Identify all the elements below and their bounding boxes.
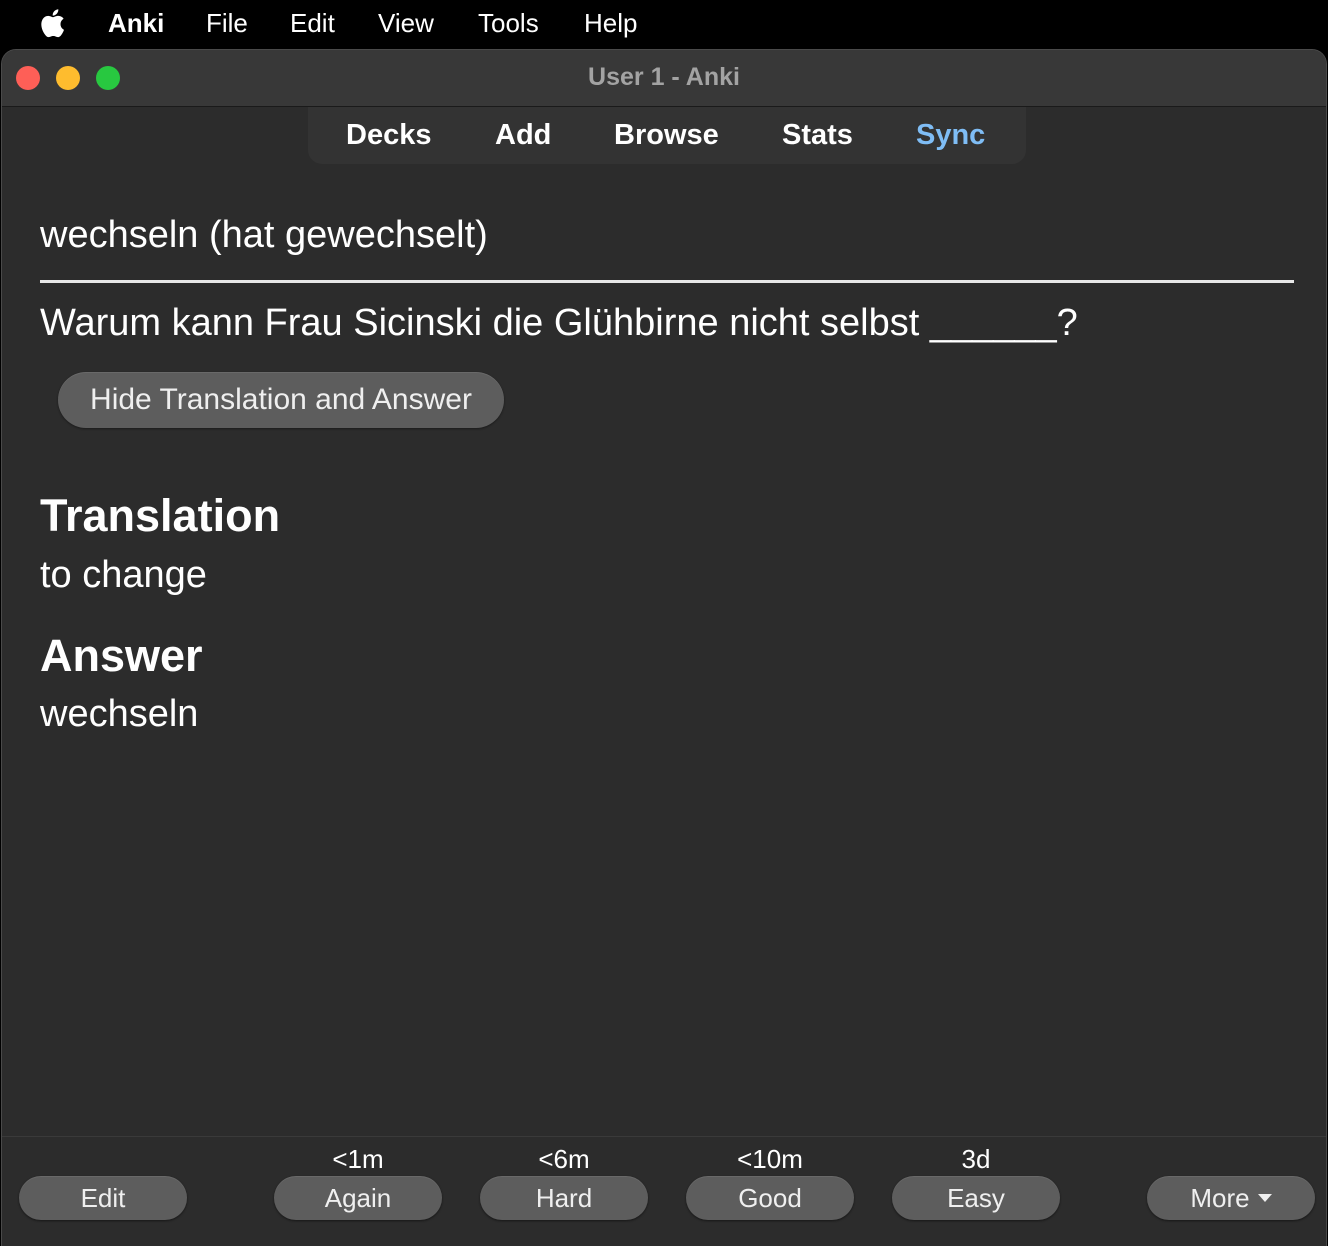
easy-button[interactable]: Easy [892,1176,1060,1220]
hide-translation-answer-button[interactable]: Hide Translation and Answer [58,372,504,428]
good-interval: <10m [737,1144,803,1174]
toolbar-sync[interactable]: Sync [916,107,985,163]
again-button[interactable]: Again [274,1176,442,1220]
good-button[interactable]: Good [686,1176,854,1220]
review-bottom-bar [2,1136,1326,1246]
toolbar-add[interactable]: Add [495,107,551,163]
menu-anki[interactable]: Anki [108,0,164,46]
caret-down-icon [1257,1194,1272,1203]
answer-heading: Answer [40,630,203,681]
edit-button[interactable]: Edit [19,1176,187,1220]
title-bar[interactable]: User 1 - Anki [2,50,1326,107]
hard-button[interactable]: Hard [480,1176,648,1220]
easy-interval: 3d [961,1144,991,1174]
answer-divider [40,280,1294,283]
window-title: User 1 - Anki [588,63,740,91]
menu-file[interactable]: File [206,0,248,46]
menu-help[interactable]: Help [584,0,637,46]
menu-edit[interactable]: Edit [290,0,335,46]
more-label: More [1190,1183,1250,1213]
main-toolbar: Decks Add Browse Stats Sync [308,107,1026,164]
translation-text: to change [40,554,207,596]
again-interval: <1m [332,1144,384,1174]
card-front-text: wechseln (hat gewechselt) [40,214,488,256]
hard-interval: <6m [538,1144,590,1174]
toolbar-stats[interactable]: Stats [782,107,853,163]
apple-icon[interactable] [38,6,70,40]
translation-heading: Translation [40,490,281,541]
more-button[interactable]: More [1147,1176,1315,1220]
toolbar-browse[interactable]: Browse [614,107,719,163]
menu-tools[interactable]: Tools [478,0,539,46]
anki-window: User 1 - Anki Decks Add Browse Stats Syn… [2,50,1326,1246]
card-question: Warum kann Frau Sicinski die Glühbirne n… [40,302,1078,344]
menu-view[interactable]: View [378,0,434,46]
toolbar-decks[interactable]: Decks [346,107,431,163]
answer-text: wechseln [40,693,199,735]
menu-bar: Anki File Edit View Tools Help [0,0,1328,46]
